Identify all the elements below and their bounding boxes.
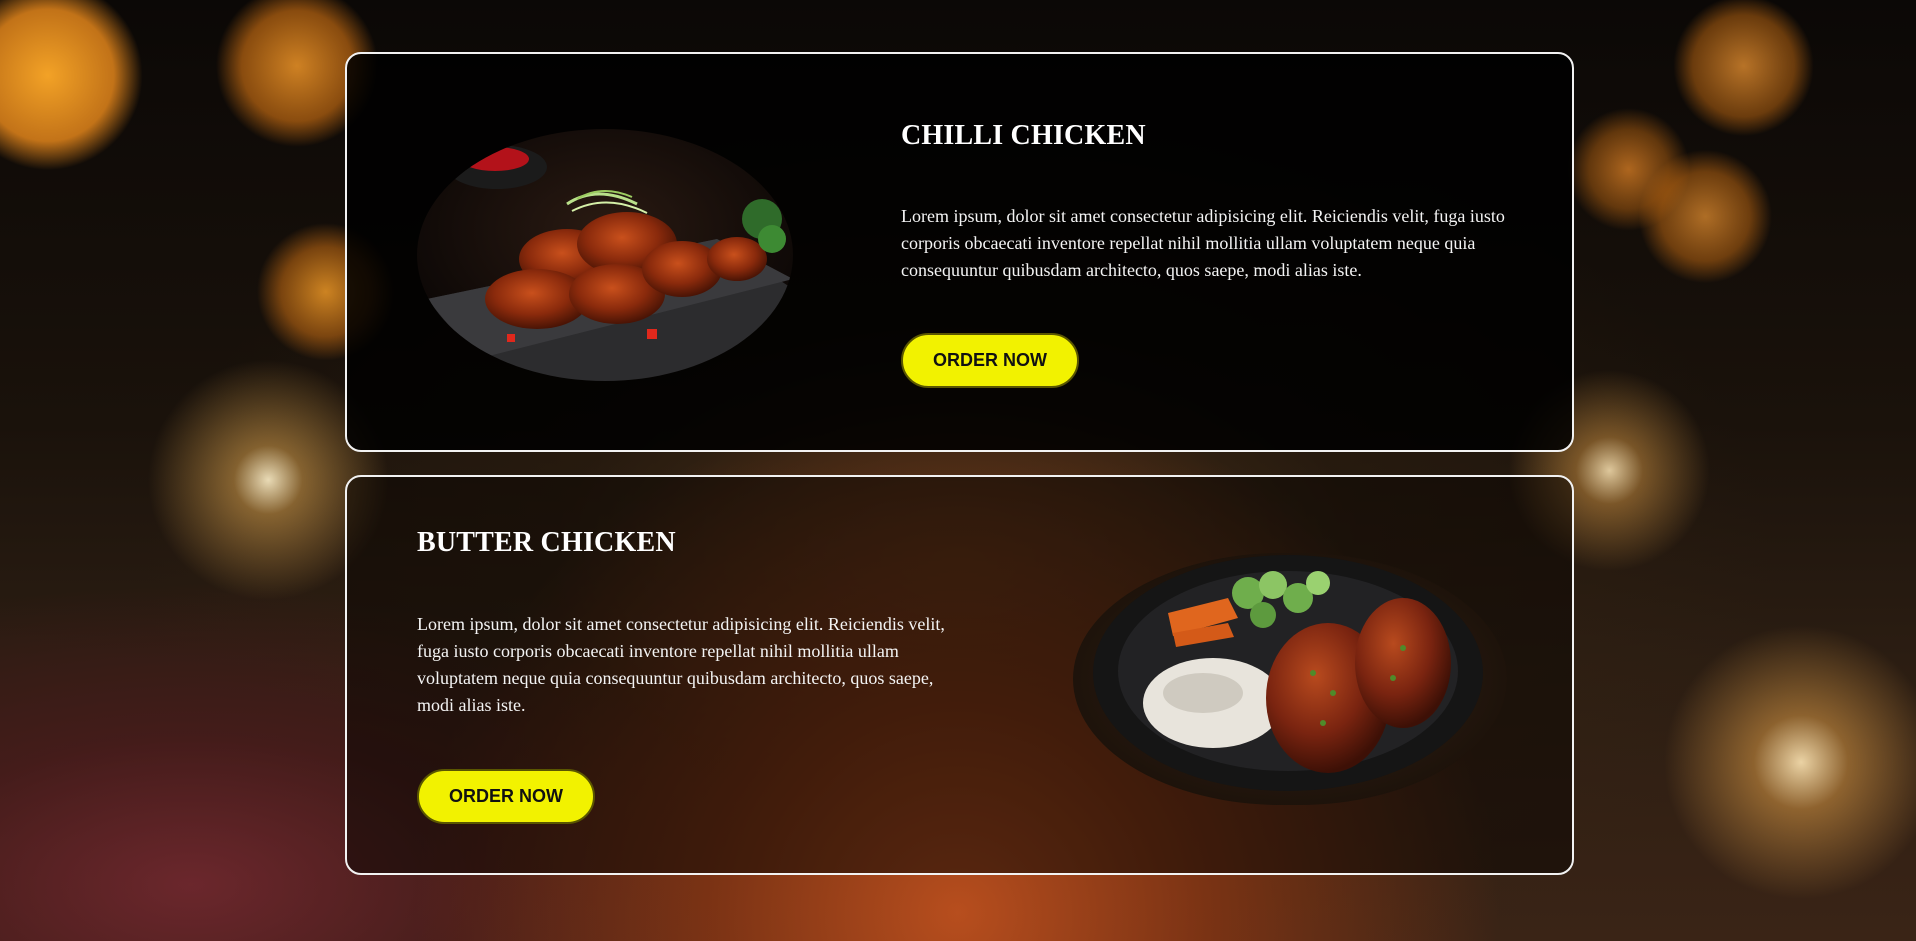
menu-card-butter-chicken: BUTTER CHICKEN Lorem ipsum, dolor sit am… <box>345 475 1574 875</box>
order-now-button[interactable]: ORDER NOW <box>901 333 1079 388</box>
item-description: Lorem ipsum, dolor sit amet consectetur … <box>417 614 945 715</box>
chilli-chicken-image <box>417 129 793 381</box>
item-title: BUTTER CHICKEN <box>417 527 676 558</box>
item-description: Lorem ipsum, dolor sit amet consectetur … <box>901 206 1505 280</box>
order-now-button[interactable]: ORDER NOW <box>417 769 595 824</box>
menu-card-chilli-chicken: CHILLI CHICKEN Lorem ipsum, dolor sit am… <box>345 52 1574 452</box>
item-title: CHILLI CHICKEN <box>901 120 1146 151</box>
butter-chicken-image <box>1073 553 1507 805</box>
page-background: CHILLI CHICKEN Lorem ipsum, dolor sit am… <box>0 0 1916 941</box>
